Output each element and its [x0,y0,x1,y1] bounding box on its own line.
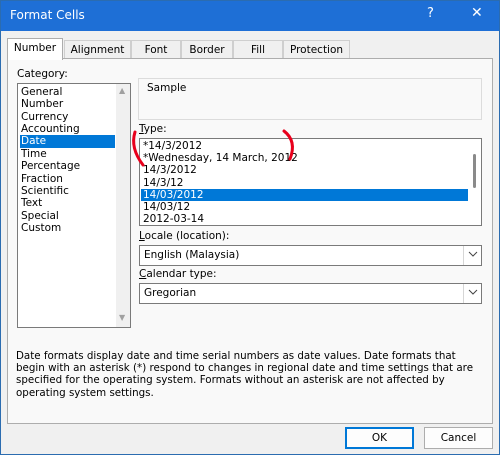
category-item[interactable]: Accounting [20,123,115,135]
ok-button[interactable]: OK [345,427,414,449]
category-item[interactable]: Percentage [20,160,115,172]
type-item[interactable]: *Wednesday, 14 March, 2012 [141,152,468,164]
tab-alignment[interactable]: Alignment [64,40,131,59]
title-bar: Format Cells ? ✕ [1,1,499,31]
locale-dropdown[interactable]: English (Malaysia) [139,245,482,266]
scroll-up-icon[interactable]: ▲ [119,86,125,95]
calendar-label: Calendar type: [139,268,217,280]
scroll-down-icon[interactable]: ▼ [119,313,125,322]
tab-border[interactable]: Border [181,40,233,59]
cancel-button[interactable]: Cancel [424,427,493,449]
format-cells-dialog: Format Cells ? ✕ Number Alignment Font B… [0,0,500,455]
category-item[interactable]: Custom [20,222,115,234]
type-list[interactable]: *14/3/2012 *Wednesday, 14 March, 2012 14… [139,138,482,226]
tab-strip: Number Alignment Font Border Fill Protec… [7,38,493,60]
category-item-date[interactable]: Date [20,135,115,148]
type-item[interactable]: 14/3/2012 [141,164,468,176]
type-item[interactable]: 2012-03-14 [141,213,468,225]
category-list[interactable]: General Number Currency Accounting Date … [17,83,131,328]
locale-value: English (Malaysia) [144,249,240,261]
category-item[interactable]: General [20,86,115,98]
calendar-value: Gregorian [144,287,197,299]
type-scrollbar-thumb[interactable] [473,154,476,188]
tab-protection[interactable]: Protection [283,40,350,59]
tab-number[interactable]: Number [7,38,63,60]
category-label: Category: [17,68,68,80]
category-item[interactable]: Special [20,210,115,222]
category-item[interactable]: Text [20,197,115,209]
sample-group [138,78,482,120]
locale-label: Locale (location): [139,230,230,242]
tab-font[interactable]: Font [131,40,181,59]
category-item[interactable]: Scientific [20,185,115,197]
type-label: Type: [139,123,167,135]
type-item[interactable]: 14/03/12 [141,201,468,213]
calendar-dropdown[interactable]: Gregorian [139,283,482,304]
chevron-down-icon[interactable] [463,246,481,265]
format-description: Date formats display date and time seria… [16,350,474,399]
close-button[interactable]: ✕ [471,5,483,21]
category-item[interactable]: Time [20,148,115,160]
category-item[interactable]: Currency [20,111,115,123]
help-button[interactable]: ? [427,6,434,21]
sample-label: Sample [145,82,189,94]
type-item[interactable]: *14/3/2012 [141,140,468,152]
category-item[interactable]: Fraction [20,173,115,185]
type-item-selected[interactable]: 14/03/2012 [141,188,468,201]
category-scrollbar[interactable]: ▲ ▼ [116,84,130,327]
chevron-down-icon[interactable] [463,284,481,303]
category-item[interactable]: Number [20,98,115,110]
type-item[interactable]: 14/3/12 [141,177,468,189]
tab-fill[interactable]: Fill [233,40,283,59]
dialog-title: Format Cells [10,8,85,22]
number-tab-panel: Category: General Number Currency Accoun… [7,58,493,424]
